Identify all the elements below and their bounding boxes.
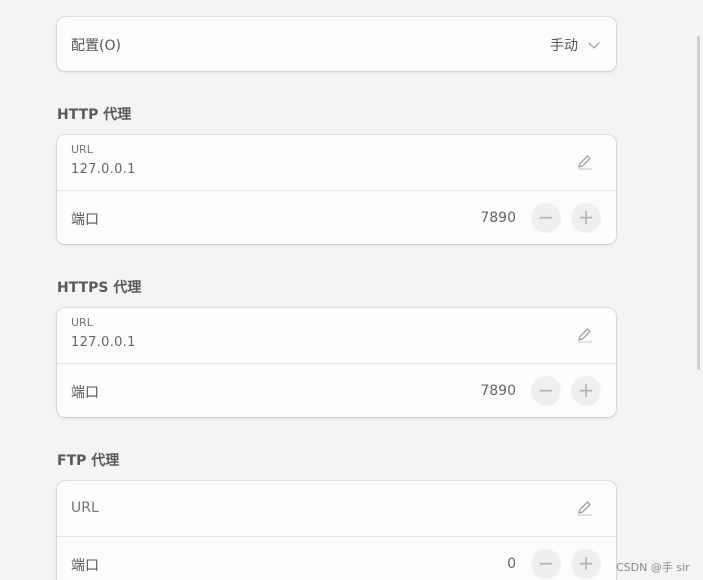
watermark: CSDN @手 sir <box>616 561 690 574</box>
ftp-url-field[interactable]: URL <box>57 481 616 536</box>
https-url-value: 127.0.0.1 <box>71 335 136 350</box>
https-port-label: 端口 <box>71 385 99 401</box>
ftp-proxy-title: FTP 代理 <box>57 453 120 469</box>
https-proxy-title: HTTPS 代理 <box>57 280 142 296</box>
config-value: 手动 <box>550 38 578 54</box>
https-port-decrement-button[interactable]: − <box>531 376 561 406</box>
https-url-field[interactable]: URL 127.0.0.1 <box>57 308 616 363</box>
https-proxy-card: URL 127.0.0.1 端口 7890 − + <box>57 308 616 417</box>
https-port-increment-button[interactable]: + <box>571 376 601 406</box>
http-url-field[interactable]: URL 127.0.0.1 <box>57 135 616 190</box>
ftp-port-decrement-button[interactable]: − <box>531 549 561 579</box>
ftp-port-increment-button[interactable]: + <box>571 549 601 579</box>
config-dropdown[interactable]: 配置(O) 手动 <box>57 17 616 71</box>
ftp-port-value[interactable]: 0 <box>507 556 516 572</box>
proxy-settings-page: 配置(O) 手动 HTTP 代理 URL 127.0.0.1 端口 7890 −… <box>0 0 703 580</box>
https-url-label: URL <box>71 316 93 329</box>
edit-pencil-icon[interactable] <box>576 326 594 344</box>
http-port-value[interactable]: 7890 <box>480 210 516 226</box>
http-port-label: 端口 <box>71 212 99 228</box>
chevron-down-icon <box>588 37 600 49</box>
http-port-increment-button[interactable]: + <box>571 203 601 233</box>
http-port-row: 端口 7890 − + <box>57 190 616 244</box>
ftp-proxy-card: URL 端口 0 − + <box>57 481 616 580</box>
vertical-scrollbar[interactable] <box>697 36 700 370</box>
ftp-url-placeholder: URL <box>71 500 99 516</box>
http-port-decrement-button[interactable]: − <box>531 203 561 233</box>
http-proxy-card: URL 127.0.0.1 端口 7890 − + <box>57 135 616 244</box>
config-card: 配置(O) 手动 <box>57 17 616 71</box>
edit-pencil-icon[interactable] <box>576 499 594 517</box>
ftp-port-label: 端口 <box>71 558 99 574</box>
http-url-label: URL <box>71 143 93 156</box>
https-port-row: 端口 7890 − + <box>57 363 616 417</box>
https-port-value[interactable]: 7890 <box>480 383 516 399</box>
http-proxy-title: HTTP 代理 <box>57 107 132 123</box>
edit-pencil-icon[interactable] <box>576 153 594 171</box>
ftp-port-row: 端口 0 − + <box>57 536 616 580</box>
config-label: 配置(O) <box>71 38 121 54</box>
http-url-value: 127.0.0.1 <box>71 162 136 177</box>
